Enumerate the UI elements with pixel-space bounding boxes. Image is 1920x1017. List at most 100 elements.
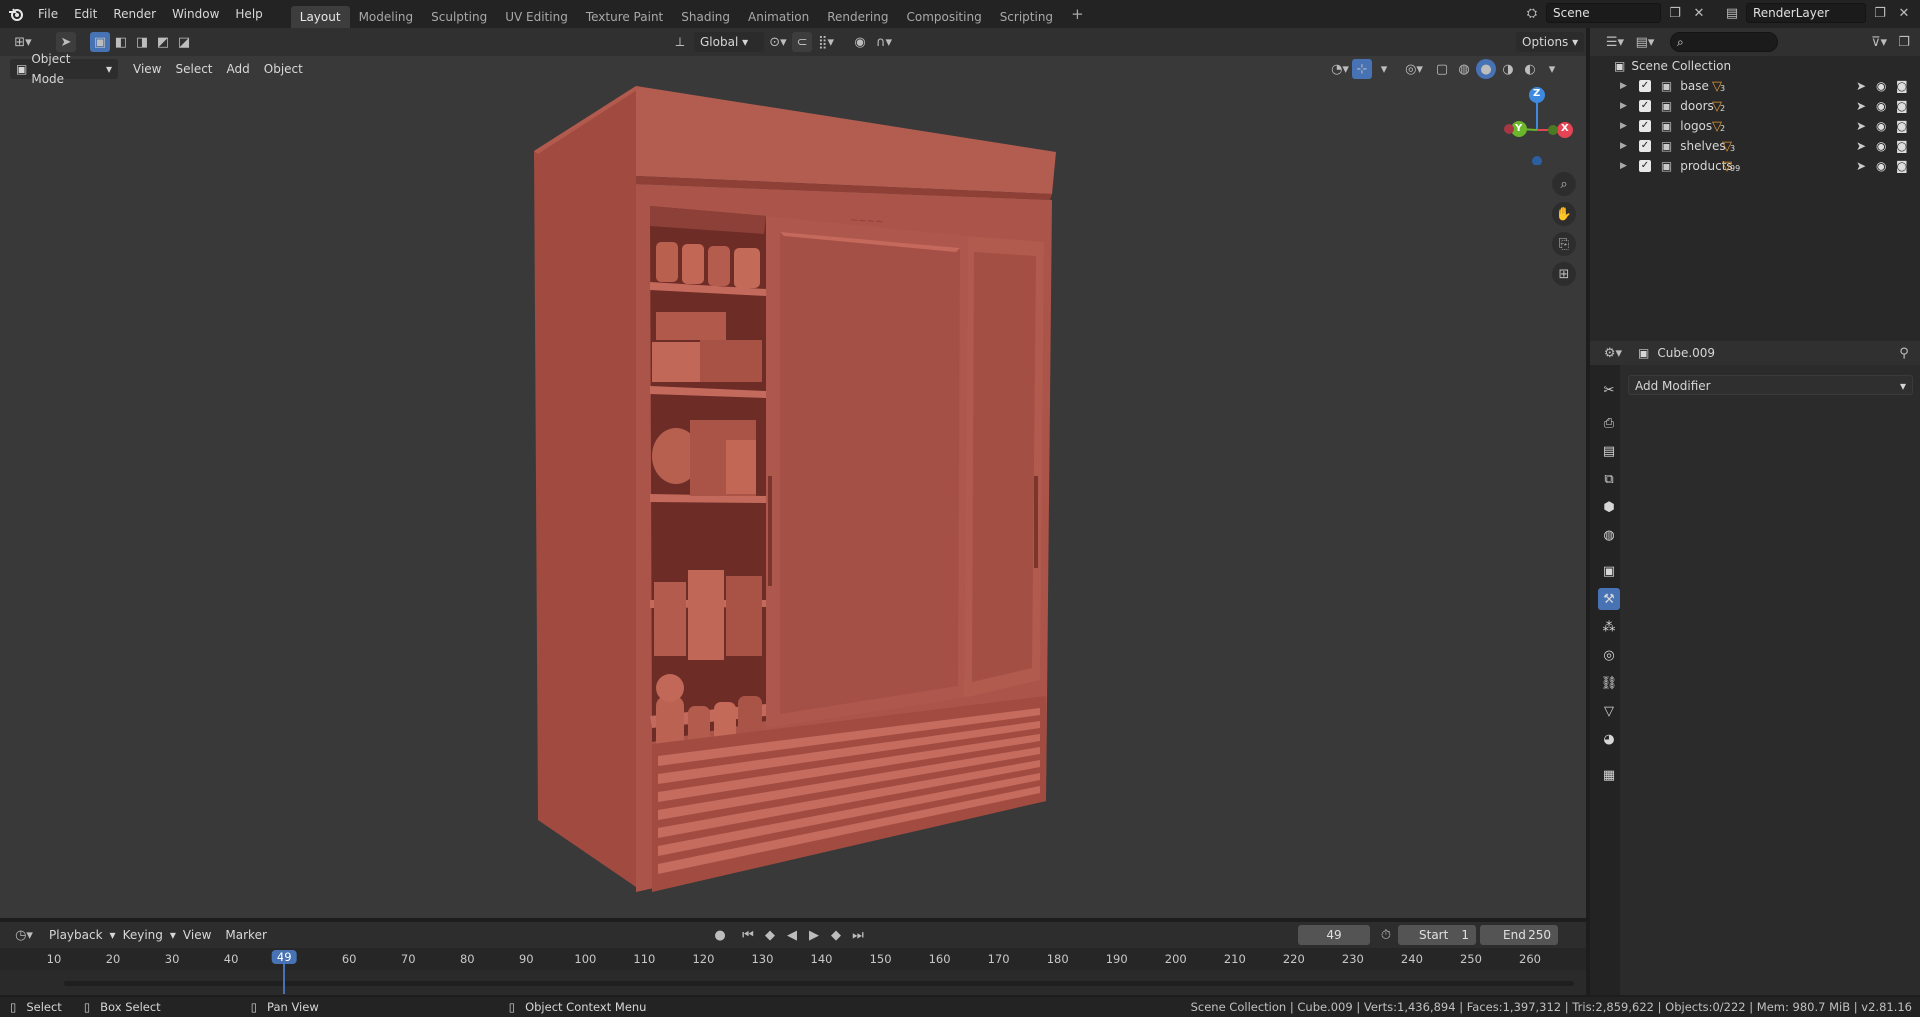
prev-keyframe-icon[interactable]: ◆ bbox=[760, 925, 780, 945]
output-icon[interactable]: ▤ bbox=[1598, 440, 1620, 462]
shading-dropdown-icon[interactable]: ▾ bbox=[1542, 59, 1562, 79]
next-keyframe-icon[interactable]: ◆ bbox=[826, 925, 846, 945]
expand-arrow-icon[interactable]: ▶ bbox=[1620, 101, 1627, 111]
exclude-checkbox[interactable]: ✓ bbox=[1638, 120, 1651, 132]
camera-icon[interactable]: ⎘ bbox=[1552, 232, 1576, 256]
material-icon[interactable]: ◕ bbox=[1598, 728, 1620, 750]
delete-layer-icon[interactable]: ✕ bbox=[1894, 3, 1914, 23]
new-scene-icon[interactable]: ❐ bbox=[1665, 3, 1685, 23]
world-icon[interactable]: ◍ bbox=[1598, 524, 1620, 546]
snap-icon[interactable]: ⊂ bbox=[792, 32, 812, 52]
viewport-menu-view[interactable]: View bbox=[126, 62, 168, 76]
exclude-checkbox[interactable]: ✓ bbox=[1638, 80, 1651, 92]
timeline-track[interactable] bbox=[0, 970, 1586, 995]
expand-arrow-icon[interactable]: ▶ bbox=[1620, 121, 1627, 131]
scene-icon[interactable]: ⛭ bbox=[1522, 3, 1542, 23]
tab-sculpting[interactable]: Sculpting bbox=[422, 6, 496, 28]
solid-shading-icon[interactable]: ● bbox=[1476, 59, 1496, 79]
display-mode-icon[interactable]: ▤▾ bbox=[1630, 32, 1660, 52]
physics-icon[interactable]: ◎ bbox=[1598, 644, 1620, 666]
tab-compositing[interactable]: Compositing bbox=[897, 6, 990, 28]
select-subtract-icon[interactable]: ◨ bbox=[132, 32, 152, 52]
new-layer-icon[interactable]: ❐ bbox=[1870, 3, 1890, 23]
jump-start-icon[interactable]: ⏮ bbox=[738, 925, 758, 945]
blender-logo-icon[interactable] bbox=[6, 4, 26, 24]
xray-icon[interactable]: ▢ bbox=[1432, 59, 1452, 79]
transform-orientation-dropdown[interactable]: Global ▾ bbox=[694, 32, 764, 52]
visibility-eye-icon[interactable]: ◉ bbox=[1876, 79, 1886, 93]
pivot-icon[interactable]: ⊙▾ bbox=[768, 32, 788, 52]
zoom-icon[interactable]: ⌕ bbox=[1552, 172, 1576, 196]
tab-scripting[interactable]: Scripting bbox=[991, 6, 1062, 28]
render-camera-icon[interactable]: ◙ bbox=[1896, 139, 1908, 153]
navigation-gizmo[interactable]: Z Y X bbox=[1500, 85, 1580, 166]
record-icon[interactable]: ● bbox=[710, 925, 730, 945]
selectable-arrow-icon[interactable]: ➤ bbox=[1856, 159, 1866, 173]
modifier-wrench-icon[interactable]: ⚒ bbox=[1598, 588, 1620, 610]
playhead[interactable] bbox=[283, 950, 286, 994]
gizmo-dropdown-icon[interactable]: ▾ bbox=[1374, 59, 1394, 79]
pin-icon[interactable]: ⚲ bbox=[1894, 343, 1914, 363]
ortho-grid-icon[interactable]: ⊞ bbox=[1552, 262, 1576, 286]
mode-dropdown[interactable]: ▣ Object Mode ▾ bbox=[10, 52, 118, 86]
options-dropdown[interactable]: Options ▾ bbox=[1516, 32, 1585, 52]
outliner-search-input[interactable]: ⌕ bbox=[1670, 32, 1778, 52]
outliner-editor-icon[interactable]: ☰▾ bbox=[1600, 32, 1630, 52]
timeline-menu-keying[interactable]: Keying bbox=[116, 928, 170, 942]
object-props-icon[interactable]: ▣ bbox=[1598, 560, 1620, 582]
outliner-row-doors[interactable]: ▶ ✓ ▣ doors ▽ 2 ➤ ◉ ◙ bbox=[1590, 96, 1920, 116]
end-frame-field[interactable]: End 250 bbox=[1480, 925, 1558, 945]
selectable-arrow-icon[interactable]: ➤ bbox=[1856, 99, 1866, 113]
outliner-row-base[interactable]: ▶ ✓ ▣ base ▽ 3 ➤ ◉ ◙ bbox=[1590, 76, 1920, 96]
tab-shading[interactable]: Shading bbox=[672, 6, 739, 28]
material-shading-icon[interactable]: ◑ bbox=[1498, 59, 1518, 79]
timeline-menu-marker[interactable]: Marker bbox=[218, 928, 273, 942]
texture-icon[interactable]: ▦ bbox=[1598, 764, 1620, 786]
exclude-checkbox[interactable]: ✓ bbox=[1638, 140, 1651, 152]
selectable-arrow-icon[interactable]: ➤ bbox=[1856, 139, 1866, 153]
timeline-scrollbar[interactable] bbox=[64, 981, 1574, 986]
proportional-edit-icon[interactable]: ◉ bbox=[850, 32, 870, 52]
visibility-eye-icon[interactable]: ◉ bbox=[1876, 119, 1886, 133]
timeline-editor-icon[interactable]: ◷▾ bbox=[10, 925, 38, 945]
tab-rendering[interactable]: Rendering bbox=[818, 6, 897, 28]
exclude-checkbox[interactable]: ✓ bbox=[1638, 160, 1651, 172]
overlays-icon[interactable]: ◎▾ bbox=[1404, 59, 1424, 79]
visibility-eye-icon[interactable]: ◉ bbox=[1876, 159, 1886, 173]
jump-end-icon[interactable]: ⏭ bbox=[848, 925, 868, 945]
timeline[interactable]: ◷▾ Playback ▾ Keying ▾ View Marker ● ⏮ ◆ ◀ … bbox=[0, 922, 1586, 995]
tab-modeling[interactable]: Modeling bbox=[350, 6, 423, 28]
tool-icon[interactable]: ✂ bbox=[1598, 379, 1620, 401]
new-collection-icon[interactable]: ❐ bbox=[1894, 32, 1914, 52]
falloff-icon[interactable]: ∩▾ bbox=[874, 32, 894, 52]
delete-scene-icon[interactable]: ✕ bbox=[1689, 3, 1709, 23]
scene-props-icon[interactable]: ⬢ bbox=[1598, 496, 1620, 518]
selectable-arrow-icon[interactable]: ➤ bbox=[1856, 79, 1866, 93]
stopwatch-icon[interactable]: ⏱ bbox=[1376, 925, 1396, 945]
viewport-menu-add[interactable]: Add bbox=[220, 62, 257, 76]
add-modifier-dropdown[interactable]: Add Modifier ▾ bbox=[1628, 375, 1913, 395]
fridge-model[interactable]: ~~~~ bbox=[0, 56, 1586, 918]
rendered-shading-icon[interactable]: ◐ bbox=[1520, 59, 1540, 79]
tab-texture-paint[interactable]: Texture Paint bbox=[577, 6, 672, 28]
visibility-icon[interactable]: ◔▾ bbox=[1330, 59, 1350, 79]
wireframe-shading-icon[interactable]: ◍ bbox=[1454, 59, 1474, 79]
render-camera-icon[interactable]: ◙ bbox=[1896, 79, 1908, 93]
render-layer-icon[interactable]: ▤ bbox=[1722, 3, 1742, 23]
snap-target-icon[interactable]: ⣿▾ bbox=[816, 32, 836, 52]
filter-icon[interactable]: ⊽▾ bbox=[1864, 32, 1894, 52]
play-reverse-icon[interactable]: ◀ bbox=[782, 925, 802, 945]
constraints-icon[interactable]: ⛓ bbox=[1598, 672, 1620, 694]
visibility-eye-icon[interactable]: ◉ bbox=[1876, 99, 1886, 113]
timeline-menu-view[interactable]: View bbox=[176, 928, 218, 942]
viewport-menu-object[interactable]: Object bbox=[257, 62, 310, 76]
scene-field[interactable]: Scene bbox=[1546, 3, 1661, 23]
pan-hand-icon[interactable]: ✋ bbox=[1552, 202, 1576, 226]
select-extend-icon[interactable]: ◧ bbox=[111, 32, 131, 52]
outliner-row-products[interactable]: ▶ ✓ ▣ products ▽ 99 ➤ ◉ ◙ bbox=[1590, 156, 1920, 176]
menu-help[interactable]: Help bbox=[227, 3, 270, 25]
selectable-arrow-icon[interactable]: ➤ bbox=[1856, 119, 1866, 133]
3d-viewport[interactable]: ~~~~ bbox=[0, 56, 1586, 918]
render-layer-field[interactable]: RenderLayer bbox=[1746, 3, 1866, 23]
add-workspace-button[interactable]: + bbox=[1062, 3, 1093, 25]
